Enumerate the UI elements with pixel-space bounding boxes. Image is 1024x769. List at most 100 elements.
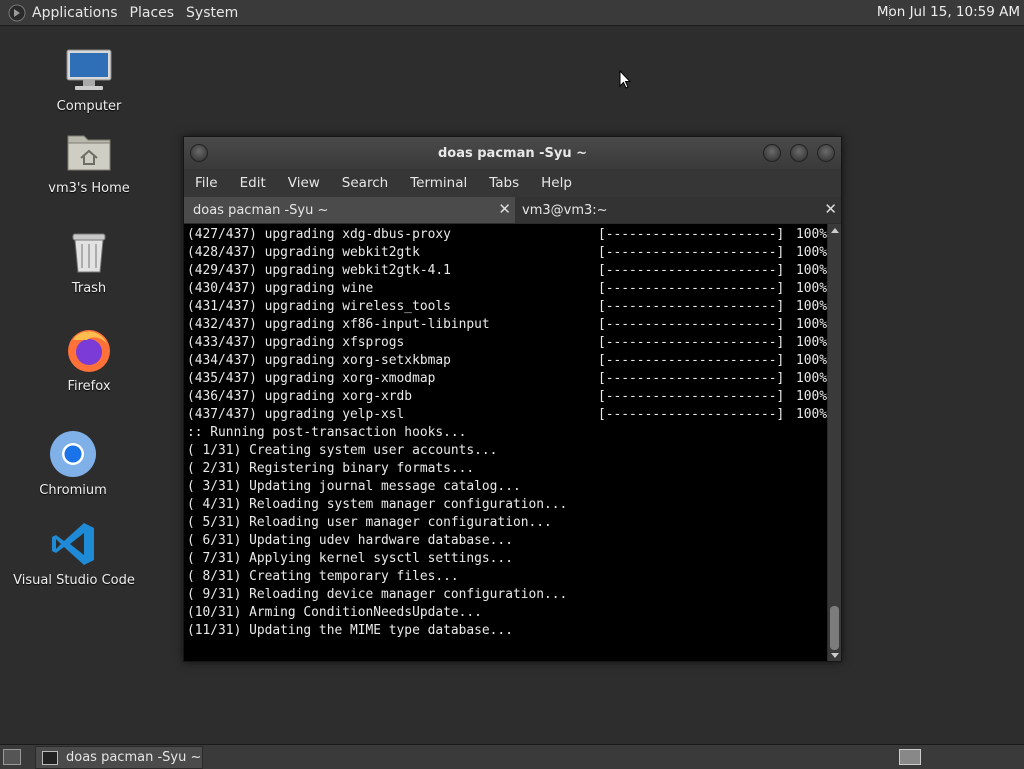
terminal-line: (433/437) upgrading xfsprogs [-----------… (187, 334, 827, 352)
terminal-line: (10/31) Arming ConditionNeedsUpdate... (187, 605, 482, 620)
terminal-icon (42, 750, 58, 765)
upgrade-text: (434/437) upgrading xorg-setxkbmap (187, 353, 451, 368)
upgrade-text: (432/437) upgrading xf86-input-libinput (187, 317, 490, 332)
progress-percent: 100% (796, 299, 828, 314)
desktop-icon-trash[interactable]: Trash (62, 228, 116, 296)
tab-vm3-shell[interactable]: vm3@vm3:~ ✕ (515, 197, 841, 223)
home-folder-icon (67, 135, 111, 171)
firefox-icon (68, 330, 110, 372)
terminal-line: ( 3/31) Updating journal message catalog… (187, 479, 521, 494)
top-panel: Applications Places System Mon Jul 15, 1… (0, 0, 1024, 26)
progress-percent: 100% (796, 263, 828, 278)
terminal-line: (430/437) upgrading wine [---------------… (187, 280, 827, 298)
upgrade-text: (435/437) upgrading xorg-xmodmap (187, 371, 436, 386)
menu-applications[interactable]: Applications (32, 5, 126, 21)
terminal-scrollbar[interactable] (828, 224, 841, 661)
terminal-tabbar: doas pacman -Syu ~ ✕ vm3@vm3:~ ✕ (184, 197, 841, 223)
menu-places[interactable]: Places (126, 5, 183, 21)
terminal-line: (437/437) upgrading yelp-xsl [-----------… (187, 406, 827, 424)
progress-percent: 100% (796, 407, 828, 422)
desktop-icon-firefox[interactable]: Firefox (62, 326, 116, 394)
progress-bar-text: [----------------------] (598, 263, 785, 278)
progress-percent: 100% (796, 335, 828, 350)
minimize-button[interactable] (763, 144, 781, 162)
progress-percent: 100% (796, 389, 828, 404)
bottom-panel: doas pacman -Syu ~ (0, 744, 1024, 769)
menu-view[interactable]: View (277, 175, 331, 191)
mouse-pointer-icon (619, 70, 631, 89)
terminal-line: ( 2/31) Registering binary formats... (187, 461, 475, 476)
clock[interactable]: Mon Jul 15, 10:59 AM (877, 4, 1020, 20)
menu-terminal[interactable]: Terminal (399, 175, 478, 191)
menu-file[interactable]: File (184, 175, 229, 191)
terminal-line: (431/437) upgrading wireless_tools [-----… (187, 298, 827, 316)
terminal-line: (11/31) Updating the MIME type database.… (187, 623, 513, 638)
menu-tabs[interactable]: Tabs (478, 175, 530, 191)
terminal-window[interactable]: doas pacman -Syu ~ File Edit View Search… (183, 136, 842, 662)
progress-percent: 100% (796, 281, 828, 296)
terminal-line: ( 9/31) Reloading device manager configu… (187, 587, 568, 602)
computer-icon (66, 49, 112, 90)
desktop-icon-label: vm3's Home (48, 181, 130, 196)
terminal-line: (436/437) upgrading xorg-xrdb [----------… (187, 388, 827, 406)
progress-percent: 100% (796, 353, 828, 368)
desktop-icon-label: Visual Studio Code (13, 573, 135, 588)
scrollbar-thumb[interactable] (830, 606, 839, 650)
desktop-icon-label: Trash (71, 281, 107, 296)
terminal-line: (427/437) upgrading xdg-dbus-proxy [-----… (187, 226, 827, 244)
vscode-icon (52, 523, 94, 565)
terminal-line: (429/437) upgrading webkit2gtk-4.1 [-----… (187, 262, 827, 280)
desktop-icon-label: Computer (56, 99, 122, 114)
close-button[interactable] (817, 144, 835, 162)
progress-percent: 100% (796, 227, 828, 242)
desktop-icon-computer[interactable]: Computer (56, 46, 122, 114)
menu-logo-icon[interactable] (8, 4, 26, 22)
terminal-line: ( 6/31) Updating udev hardware database.… (187, 533, 513, 548)
upgrade-text: (430/437) upgrading wine (187, 281, 374, 296)
workspace-switcher[interactable] (899, 749, 921, 765)
taskbar-button-terminal[interactable]: doas pacman -Syu ~ (35, 746, 203, 769)
menu-system[interactable]: System (182, 5, 246, 21)
terminal-line: ( 1/31) Creating system user accounts... (187, 443, 498, 458)
desktop-icon-vscode[interactable]: Visual Studio Code (13, 520, 135, 588)
scroll-up-icon[interactable] (831, 228, 839, 233)
tab-label: vm3@vm3:~ (522, 202, 608, 218)
menu-help[interactable]: Help (530, 175, 583, 191)
menu-search[interactable]: Search (331, 175, 399, 191)
progress-bar-text: [----------------------] (598, 371, 785, 386)
progress-bar-text: [----------------------] (598, 407, 785, 422)
tab-doas-pacman[interactable]: doas pacman -Syu ~ ✕ (184, 197, 516, 223)
desktop-icon-label: Firefox (67, 379, 111, 394)
chromium-icon (50, 431, 96, 477)
desktop-icon-label: Chromium (39, 483, 107, 498)
upgrade-text: (427/437) upgrading xdg-dbus-proxy (187, 227, 451, 242)
terminal-line: (428/437) upgrading webkit2gtk [---------… (187, 244, 827, 262)
scroll-down-icon[interactable] (831, 653, 839, 658)
upgrade-text: (433/437) upgrading xfsprogs (187, 335, 405, 350)
show-desktop-icon[interactable] (3, 749, 21, 765)
progress-bar-text: [----------------------] (598, 317, 785, 332)
terminal-line: ( 7/31) Applying kernel sysctl settings.… (187, 551, 513, 566)
maximize-button[interactable] (790, 144, 808, 162)
upgrade-text: (428/437) upgrading webkit2gtk (187, 245, 420, 260)
progress-bar-text: [----------------------] (598, 353, 785, 368)
desktop-icon-home[interactable]: vm3's Home (44, 128, 134, 196)
tab-close-icon[interactable]: ✕ (824, 200, 837, 218)
desktop-icon-chromium[interactable]: Chromium (39, 430, 107, 498)
taskbar-label: doas pacman -Syu ~ (66, 750, 202, 765)
terminal-menubar: File Edit View Search Terminal Tabs Help (184, 169, 841, 197)
terminal-output[interactable]: (427/437) upgrading xdg-dbus-proxy [-----… (184, 224, 827, 661)
progress-bar-text: [----------------------] (598, 245, 785, 260)
tab-label: doas pacman -Syu ~ (193, 202, 329, 218)
terminal-line: (434/437) upgrading xorg-setxkbmap [-----… (187, 352, 827, 370)
terminal-line: ( 8/31) Creating temporary files... (187, 569, 459, 584)
menu-edit[interactable]: Edit (229, 175, 277, 191)
tab-close-icon[interactable]: ✕ (498, 200, 511, 218)
window-titlebar[interactable]: doas pacman -Syu ~ (184, 137, 841, 169)
terminal-line: (435/437) upgrading xorg-xmodmap [-------… (187, 370, 827, 388)
terminal-line: ( 5/31) Reloading user manager configura… (187, 515, 552, 530)
upgrade-text: (436/437) upgrading xorg-xrdb (187, 389, 413, 404)
terminal-line: ( 4/31) Reloading system manager configu… (187, 497, 568, 512)
window-menu-button[interactable] (190, 144, 208, 162)
upgrade-text: (431/437) upgrading wireless_tools (187, 299, 451, 314)
